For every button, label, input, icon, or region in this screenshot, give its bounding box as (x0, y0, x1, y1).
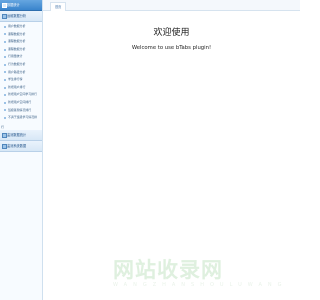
watermark-text: 网站收录网 (113, 258, 223, 282)
sidebar-item-label: 行用量统计 (8, 54, 23, 59)
sidebar-item[interactable]: 学生排行榜 (0, 76, 42, 84)
sidebar-item-label: 新增用户排行 (8, 84, 26, 89)
sidebar-panel-monitor-system[interactable]: 监测系统数据 (0, 140, 42, 152)
panel-icon (2, 3, 7, 8)
bullet-icon (4, 25, 6, 28)
sidebar-item-label: 用户数据分析 (8, 24, 26, 28)
bullet-icon (4, 86, 6, 89)
panel-icon (2, 132, 7, 138)
sidebar-item[interactable]: 课程数据分析 (0, 38, 42, 46)
sidebar-item-label: 学生排行榜 (8, 77, 23, 82)
bullet-icon (4, 109, 6, 112)
panel-title: 运维数据分析 (7, 14, 27, 18)
sidebar-item[interactable]: 行用量统计 (0, 53, 42, 61)
sidebar-item-label: 课程数据分析 (8, 31, 26, 36)
bullet-icon (4, 101, 6, 104)
sidebar-item-label: 不满于班级学习情况排 (8, 115, 37, 120)
watermark-subtext: WANGZHANSHOULUWANG (113, 282, 288, 288)
sidebar-item[interactable]: 新增用户排行 (0, 84, 42, 92)
sidebar-item[interactable]: 班级答题情况排行 (0, 107, 42, 115)
sidebar-item[interactable]: 新增用户空间学习排行 (0, 91, 42, 99)
sidebar-panel-monitor-stats[interactable]: 监测数据统计 (0, 129, 42, 141)
bullet-icon (4, 40, 6, 43)
bullet-icon (4, 33, 6, 36)
sidebar-item[interactable]: 行为数据分析 (0, 61, 42, 69)
bullet-icon (4, 63, 6, 66)
sidebar-item-label: 新增用户空间排行 (8, 99, 32, 104)
sidebar-item-label: 课程数据分析 (8, 46, 26, 51)
panel-title: 监测系统数据 (7, 143, 27, 148)
welcome-message: Welcome to use bTabs plugin! (131, 45, 212, 51)
bullet-icon (4, 78, 6, 81)
page-title: 欢迎使用 (153, 28, 190, 38)
sidebar-menu: 用户数据分析 课程数据分析 课程数据分析 课程数据分析 行用量统计 行为数据分析… (0, 22, 42, 124)
sidebar-item-label: 用户路径分析 (8, 69, 26, 74)
sidebar-item-label: 行为数据分析 (8, 61, 26, 66)
sidebar-item-label: 班级答题情况排行 (8, 107, 32, 112)
panel-icon (2, 14, 7, 19)
tab-home[interactable]: 首页 (50, 2, 67, 11)
sidebar-panel-ops-analysis[interactable]: 运维数据分析 (0, 11, 42, 22)
bullet-icon (4, 116, 6, 119)
sidebar-item-label: 新增用户空间学习排行 (8, 92, 37, 97)
bullet-icon (4, 48, 6, 51)
sidebar-item[interactable]: 课程数据分析 (0, 46, 42, 54)
sidebar-item[interactable]: 不满于班级学习情况排 (0, 114, 42, 122)
tab-bar: 首页 (43, 0, 300, 11)
panel-title: 数据统计 (7, 3, 20, 7)
sidebar-item-label: 课程数据分析 (8, 39, 26, 44)
sidebar-item[interactable]: 用户路径分析 (0, 69, 42, 77)
sidebar-item[interactable]: 课程数据分析 (0, 31, 42, 39)
sidebar-panel-data-stats[interactable]: 数据统计 (0, 0, 42, 11)
sidebar-item[interactable]: 用户数据分析 (0, 23, 42, 31)
bullet-icon (4, 56, 6, 59)
bullet-icon (4, 94, 6, 97)
sidebar-item[interactable]: 新增用户空间排行 (0, 99, 42, 107)
watermark-logo: 网站收录网 WANGZHANSHOULUWANG (113, 254, 287, 288)
panel-icon (2, 143, 7, 149)
bullet-icon (4, 71, 6, 74)
sidebar: 数据统计 运维数据分析 用户数据分析 课程数据分析 课程数据分析 课程数据分析 … (0, 0, 43, 300)
panel-title: 监测数据统计 (7, 132, 27, 137)
